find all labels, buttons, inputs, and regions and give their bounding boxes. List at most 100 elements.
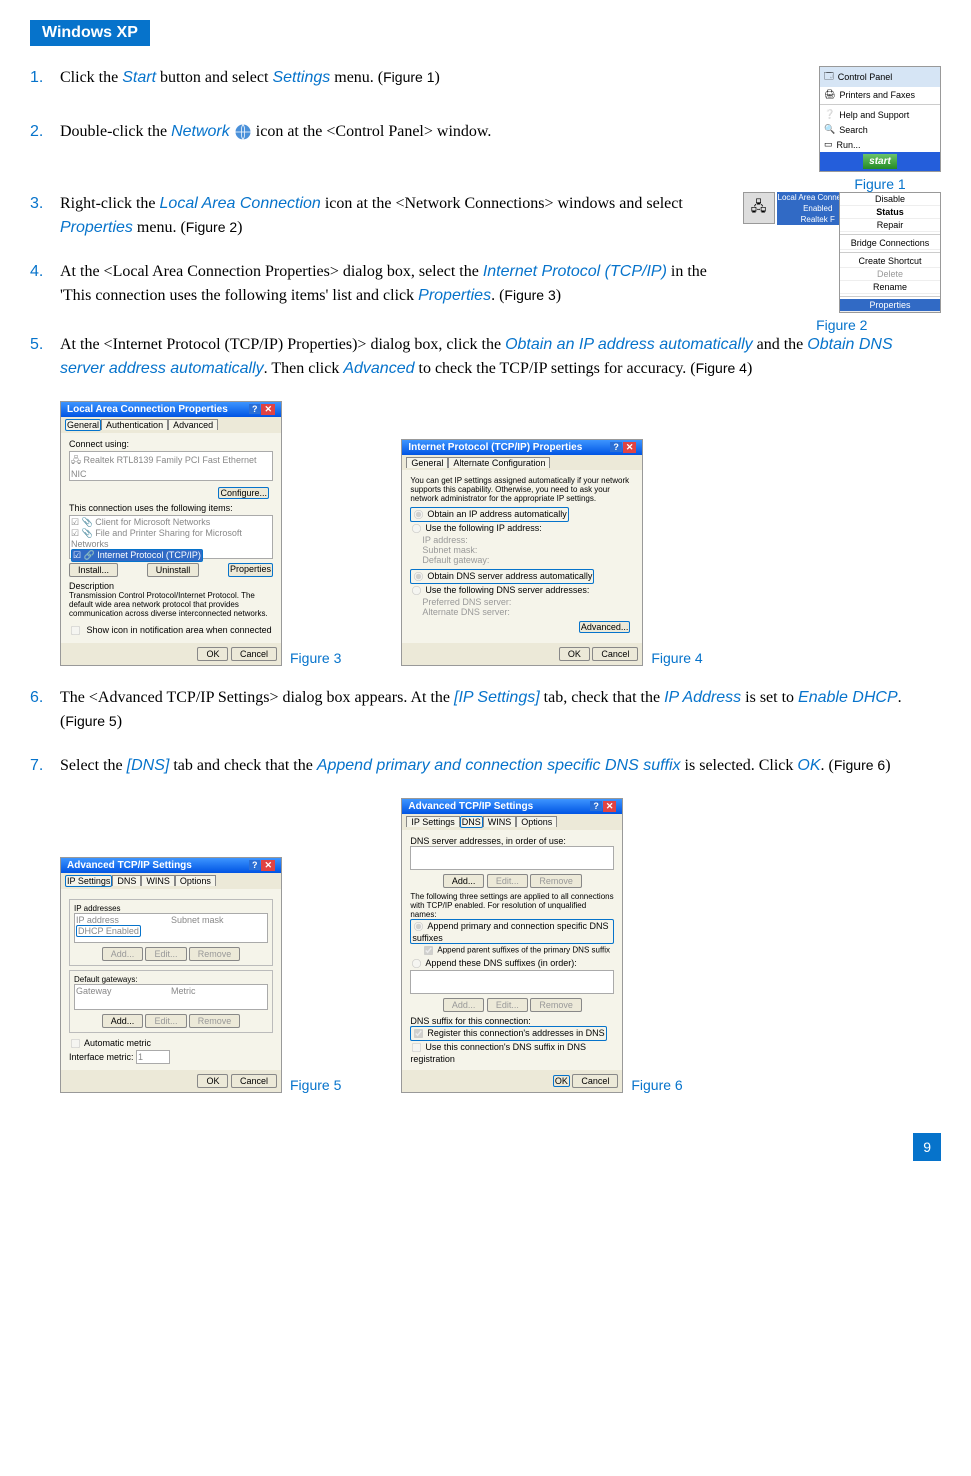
step-number: 4. [30, 260, 43, 284]
network-icon [234, 123, 252, 141]
figure-reference: Figure 5 [65, 713, 116, 729]
step-7: 7. Select the [DNS] tab and check that t… [30, 754, 941, 778]
text: ) [747, 360, 752, 377]
page-number: 9 [913, 1133, 941, 1161]
text: At the <Local Area Connection Properties… [60, 263, 483, 280]
configure-button: Configure... [218, 487, 269, 499]
col-header: IP address [76, 915, 171, 925]
step-number: 2. [30, 120, 43, 144]
tab: WINS [483, 816, 517, 827]
start-button: start [863, 154, 897, 169]
cancel-button: Cancel [592, 647, 638, 661]
col-header: Metric [171, 986, 266, 996]
ctx-item: Delete [840, 268, 940, 281]
interface-metric-value: 1 [136, 1050, 170, 1064]
radio-label: Obtain an IP address automatically [427, 509, 566, 519]
add-button: Add... [443, 998, 485, 1012]
figure-label: Figure 2 [743, 317, 942, 333]
figure-label: Figure 3 [290, 650, 341, 666]
ok-button: OK [553, 1075, 570, 1087]
inline-term: Start [122, 69, 156, 86]
edit-button: Edit... [487, 998, 528, 1012]
tab: Alternate Configuration [448, 457, 550, 468]
dhcp-enabled: DHCP Enabled [76, 925, 141, 937]
remove-button: Remove [530, 874, 582, 888]
ctx-item-properties: Properties [840, 299, 940, 312]
ctx-item: Repair [840, 219, 940, 232]
text: menu. ( [330, 69, 383, 86]
step-number: 5. [30, 333, 43, 357]
text: The <Advanced TCP/IP Settings> dialog bo… [60, 689, 454, 706]
description-label: Description [69, 581, 273, 591]
text: Select the [60, 757, 127, 774]
fieldset-label: Default gateways: [74, 975, 268, 984]
figure-1: 🗔Control Panel 🖨Printers and Faxes ❔Help… [819, 66, 941, 192]
properties-button: Properties [228, 563, 273, 577]
step-3: 3. Right-click the Local Area Connection… [30, 192, 723, 240]
menu-item: Help and Support [839, 110, 909, 120]
radio-label: Append primary and connection specific D… [412, 921, 608, 943]
edit-button: Edit... [487, 874, 528, 888]
add-button: Add... [102, 1014, 144, 1028]
step-5: 5. At the <Internet Protocol (TCP/IP) Pr… [30, 333, 941, 381]
step-6: 6. The <Advanced TCP/IP Settings> dialog… [30, 686, 941, 734]
field-label: Preferred DNS server: [422, 597, 511, 607]
tab: General [65, 419, 101, 431]
add-button: Add... [443, 874, 485, 888]
inline-term: OK [797, 757, 820, 774]
text: tab, check that the [540, 689, 664, 706]
edit-button: Edit... [145, 1014, 186, 1028]
figure-label: Figure 6 [631, 1077, 682, 1093]
tab: Options [516, 816, 557, 827]
menu-item: Control Panel [838, 72, 893, 82]
figure-label: Figure 1 [819, 176, 941, 192]
text: . ( [821, 757, 834, 774]
inline-term: Network [171, 123, 230, 140]
ctx-item: Disable [840, 193, 940, 206]
remove-button: Remove [530, 998, 582, 1012]
dialog-title: Internet Protocol (TCP/IP) Properties [408, 442, 582, 453]
step-number: 1. [30, 66, 43, 90]
radio-label: Obtain DNS server address automatically [427, 571, 592, 581]
menu-item: Printers and Faxes [839, 90, 915, 100]
col-header: Gateway [76, 986, 171, 996]
checkbox-label: Show icon in notification area when conn… [87, 625, 272, 635]
ctx-item: Create Shortcut [840, 255, 940, 268]
edit-button: Edit... [145, 947, 186, 961]
dialog-title: Advanced TCP/IP Settings [408, 801, 533, 812]
ctx-item: Rename [840, 281, 940, 294]
label: DNS server addresses, in order of use: [410, 836, 614, 846]
fieldset-label: IP addresses [74, 904, 268, 913]
tab: IP Settings [406, 816, 459, 827]
radio-label: Use the following IP address: [425, 523, 541, 533]
menu-item: Search [839, 125, 868, 135]
checkbox-label: Append parent suffixes of the primary DN… [437, 946, 610, 955]
inline-term: Properties [418, 287, 491, 304]
figure-reference: Figure 1 [383, 69, 434, 85]
inline-term: Local Area Connection [160, 195, 321, 212]
tab: DNS [460, 816, 483, 828]
figure-reference: Figure 2 [186, 219, 237, 235]
text: and the [753, 336, 808, 353]
adapter-name: Realtek RTL8139 Family PCI Fast Ethernet… [71, 455, 256, 479]
description-text: Transmission Control Protocol/Internet P… [69, 591, 273, 618]
tab: General [406, 457, 448, 468]
figure-reference: Figure 3 [504, 287, 555, 303]
cancel-button: Cancel [572, 1074, 618, 1088]
text: menu. ( [133, 219, 186, 236]
tab: Options [175, 875, 216, 886]
text: is selected. Click [681, 757, 798, 774]
figure-3-dialog: Local Area Connection Properties?✕ Gener… [60, 401, 282, 666]
field-label: Alternate DNS server: [422, 607, 510, 617]
ctx-item: Bridge Connections [840, 237, 940, 250]
field-label: IP address: [422, 535, 467, 545]
remove-button: Remove [189, 1014, 241, 1028]
dialog-title: Advanced TCP/IP Settings [67, 860, 192, 871]
ok-button: OK [559, 647, 590, 661]
inline-term: [DNS] [127, 757, 170, 774]
advanced-button: Advanced... [579, 621, 631, 633]
steps-list: 1. Click the Start button and select Set… [30, 66, 941, 381]
text: to check the TCP/IP settings for accurac… [415, 360, 696, 377]
inline-term: Enable DHCP [798, 689, 898, 706]
text: icon at the <Control Panel> window. [256, 123, 492, 140]
